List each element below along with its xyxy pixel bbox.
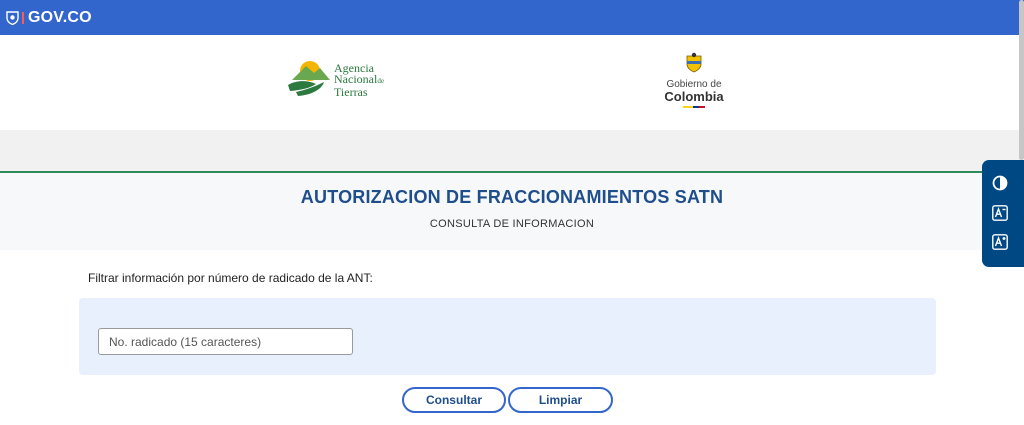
contrast-button[interactable] xyxy=(991,174,1009,192)
logo-divider xyxy=(22,11,24,24)
limpiar-button[interactable]: Limpiar xyxy=(508,387,613,413)
ant-logo-text: Agencia Nacionalde Tierras xyxy=(334,62,384,99)
decrease-font-icon xyxy=(992,205,1008,221)
gobierno-colombia-logo[interactable]: Gobierno de Colombia xyxy=(662,52,726,108)
ant-line3: Tierras xyxy=(334,85,368,99)
gob-line2: Colombia xyxy=(664,89,724,104)
gov-topbar: GOV.CO xyxy=(0,0,1024,35)
scrollbar-thumb[interactable] xyxy=(1019,0,1024,160)
gray-strip xyxy=(0,130,1024,171)
filter-panel xyxy=(79,298,936,375)
ant-line2: Nacional xyxy=(334,72,378,86)
flag-bar xyxy=(662,106,726,108)
increase-font-icon xyxy=(992,234,1008,250)
title-section: AUTORIZACION DE FRACCIONAMIENTOS SATN CO… xyxy=(0,173,1024,250)
flag-yellow xyxy=(683,106,693,108)
coat-of-arms-icon xyxy=(686,52,702,73)
filter-label: Filtrar información por número de radica… xyxy=(88,271,373,285)
ant-mark-icon xyxy=(288,61,330,96)
gov-co-logo[interactable]: GOV.CO xyxy=(6,9,92,27)
colombia-shield-icon xyxy=(6,10,19,25)
flag-red xyxy=(699,106,705,108)
consultar-button[interactable]: Consultar xyxy=(402,387,506,413)
contrast-icon xyxy=(992,175,1008,191)
page-title: AUTORIZACION DE FRACCIONAMIENTOS SATN xyxy=(300,187,724,207)
radicado-input[interactable] xyxy=(98,328,353,355)
header-logos: Agencia Nacionalde Tierras Gobierno de C… xyxy=(0,35,1024,130)
ant-line2-suffix: de xyxy=(377,77,384,85)
page-subtitle: CONSULTA DE INFORMACION xyxy=(429,218,595,230)
ant-logo[interactable]: Agencia Nacionalde Tierras xyxy=(286,58,384,98)
decrease-font-button[interactable] xyxy=(991,204,1009,222)
accessibility-bar xyxy=(982,160,1024,267)
increase-font-button[interactable] xyxy=(991,233,1009,251)
gov-co-text: GOV.CO xyxy=(28,8,92,26)
